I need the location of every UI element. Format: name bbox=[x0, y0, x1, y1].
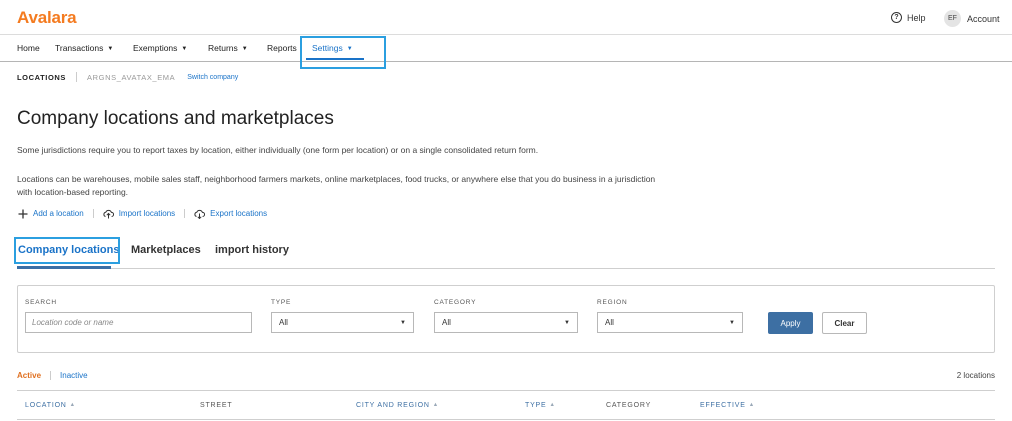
breadcrumb-divider bbox=[76, 72, 78, 82]
chevron-down-icon: ▼ bbox=[181, 46, 188, 52]
column-header-type[interactable]: TYPE ▲ bbox=[525, 402, 556, 409]
nav-reports[interactable]: Reports bbox=[267, 43, 297, 53]
nav-home-label: Home bbox=[17, 43, 40, 53]
top-bar: Avalara ? Help EF Account bbox=[0, 0, 1012, 35]
tab-marketplaces[interactable]: Marketplaces bbox=[131, 244, 201, 256]
nav-settings-highlight bbox=[300, 36, 386, 69]
action-divider bbox=[92, 209, 94, 218]
column-header-city-region[interactable]: CITY AND REGION ▲ bbox=[356, 402, 439, 409]
column-header-category: CATEGORY bbox=[606, 402, 652, 409]
column-location-label: LOCATION bbox=[25, 402, 67, 409]
sort-icon: ▲ bbox=[432, 402, 439, 408]
category-select[interactable]: All ▼ bbox=[434, 312, 578, 333]
column-header-effective[interactable]: EFFECTIVE ▲ bbox=[700, 402, 755, 409]
location-actions: Add a location Import locations Export l… bbox=[17, 208, 267, 219]
nav-returns-label: Returns bbox=[208, 43, 238, 53]
status-active-link[interactable]: Active bbox=[17, 371, 41, 380]
account-label: Account bbox=[967, 13, 1000, 24]
location-count: 2 locations bbox=[956, 371, 995, 380]
account-menu[interactable]: EF Account bbox=[944, 10, 1000, 27]
tab-highlight bbox=[14, 237, 120, 264]
type-select-value: All bbox=[279, 318, 288, 327]
category-select-value: All bbox=[442, 318, 451, 327]
status-divider bbox=[50, 371, 52, 380]
status-divider-line bbox=[17, 390, 995, 391]
nav-reports-label: Reports bbox=[267, 43, 297, 53]
cloud-upload-icon bbox=[103, 208, 114, 219]
add-location-label: Add a location bbox=[33, 209, 84, 218]
tabs-divider bbox=[17, 268, 995, 269]
sort-icon: ▲ bbox=[69, 402, 76, 408]
column-header-location[interactable]: LOCATION ▲ bbox=[25, 402, 76, 409]
main-nav: Home Transactions ▼ Exemptions ▼ Returns ▼ … bbox=[0, 36, 1012, 62]
region-select-value: All bbox=[605, 318, 614, 327]
import-locations-button[interactable]: Import locations bbox=[103, 208, 175, 219]
column-type-label: TYPE bbox=[525, 402, 547, 409]
active-tab-indicator bbox=[17, 266, 111, 269]
search-input[interactable] bbox=[25, 312, 252, 333]
status-inactive-link[interactable]: Inactive bbox=[60, 371, 88, 380]
switch-company-link[interactable]: Switch company bbox=[187, 74, 238, 81]
chevron-down-icon: ▼ bbox=[729, 319, 735, 326]
page-title: Company locations and marketplaces bbox=[17, 108, 334, 129]
nav-exemptions-label: Exemptions bbox=[133, 43, 178, 53]
nav-exemptions[interactable]: Exemptions ▼ bbox=[133, 43, 187, 53]
cloud-download-icon bbox=[194, 208, 206, 219]
apply-button[interactable]: Apply bbox=[768, 312, 813, 334]
sort-icon: ▲ bbox=[748, 402, 755, 408]
status-filter: Active Inactive bbox=[17, 371, 88, 380]
breadcrumb-company: ARGNS_AVATAX_EMA bbox=[87, 72, 176, 82]
help-button[interactable]: ? Help bbox=[891, 12, 926, 23]
add-location-button[interactable]: Add a location bbox=[17, 208, 84, 219]
sort-icon: ▲ bbox=[549, 402, 556, 408]
action-divider bbox=[184, 209, 186, 218]
breadcrumb: LOCATIONS ARGNS_AVATAX_EMA Switch compan… bbox=[17, 72, 238, 82]
export-locations-button[interactable]: Export locations bbox=[194, 208, 267, 219]
chevron-down-icon: ▼ bbox=[564, 319, 570, 326]
nav-transactions[interactable]: Transactions ▼ bbox=[55, 43, 113, 53]
export-locations-label: Export locations bbox=[210, 209, 268, 218]
type-select[interactable]: All ▼ bbox=[271, 312, 414, 333]
plus-icon bbox=[17, 208, 28, 219]
chevron-down-icon: ▼ bbox=[400, 319, 406, 326]
help-icon: ? bbox=[891, 12, 902, 23]
category-label: CATEGORY bbox=[434, 299, 477, 306]
breadcrumb-section: LOCATIONS bbox=[17, 72, 67, 82]
region-select[interactable]: All ▼ bbox=[597, 312, 743, 333]
nav-transactions-label: Transactions bbox=[55, 43, 104, 53]
nav-home[interactable]: Home bbox=[17, 43, 40, 53]
chevron-down-icon: ▼ bbox=[241, 46, 248, 52]
page-description-2: Locations can be warehouses, mobile sale… bbox=[17, 174, 656, 197]
page-description-1: Some jurisdictions require you to report… bbox=[17, 145, 539, 155]
help-label: Help bbox=[907, 12, 926, 23]
avatar: EF bbox=[944, 10, 961, 27]
tab-import-history[interactable]: import history bbox=[215, 244, 289, 256]
nav-returns[interactable]: Returns ▼ bbox=[208, 43, 248, 53]
import-locations-label: Import locations bbox=[118, 209, 176, 218]
clear-button[interactable]: Clear bbox=[822, 312, 867, 334]
search-label: SEARCH bbox=[25, 299, 57, 306]
column-effective-label: EFFECTIVE bbox=[700, 402, 746, 409]
column-city-region-label: CITY AND REGION bbox=[356, 402, 430, 409]
avalara-logo[interactable]: Avalara bbox=[17, 8, 77, 28]
region-label: REGION bbox=[597, 299, 628, 306]
table-header-divider bbox=[17, 419, 995, 420]
chevron-down-icon: ▼ bbox=[107, 46, 114, 52]
column-header-street: STREET bbox=[200, 402, 233, 409]
type-label: TYPE bbox=[271, 299, 292, 306]
